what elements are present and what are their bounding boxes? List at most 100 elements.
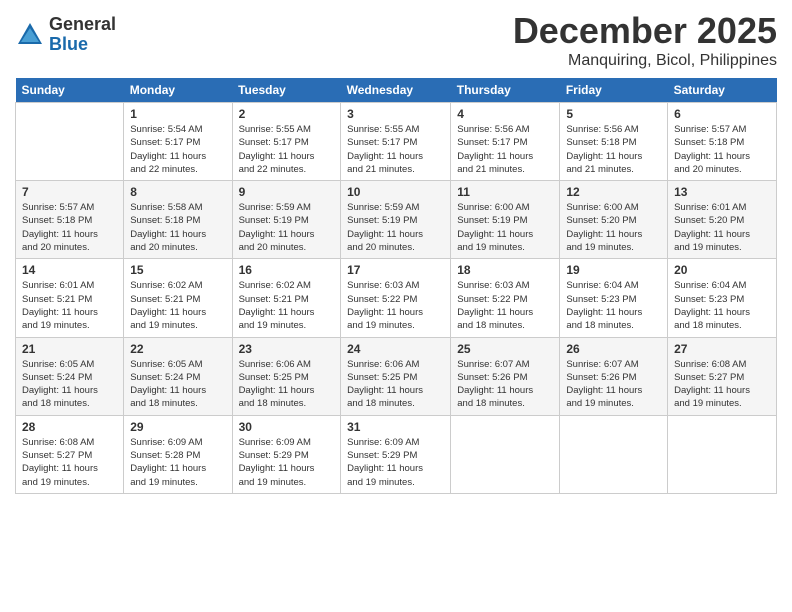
calendar-cell: 7Sunrise: 5:57 AM Sunset: 5:18 PM Daylig… bbox=[16, 181, 124, 259]
day-number: 28 bbox=[22, 420, 117, 434]
day-number: 31 bbox=[347, 420, 444, 434]
day-number: 16 bbox=[239, 263, 335, 277]
calendar-cell: 28 Sunrise: 6:08 AM Sunset: 5:27 PM Dayli… bbox=[16, 415, 124, 493]
calendar-cell: 6 Sunrise: 5:57 AM Sunset: 5:18 PM Daylig… bbox=[668, 103, 777, 181]
day-number: 23 bbox=[239, 342, 335, 356]
page: General Blue December 2025 Manquiring, B… bbox=[0, 0, 792, 612]
day-number: 30 bbox=[239, 420, 335, 434]
col-header-tuesday: Tuesday bbox=[232, 78, 341, 103]
day-info: Sunrise: 6:09 AM Sunset: 5:29 PM Dayligh… bbox=[347, 436, 444, 489]
col-header-monday: Monday bbox=[124, 78, 232, 103]
day-number: 14 bbox=[22, 263, 117, 277]
day-number: 15 bbox=[130, 263, 225, 277]
calendar-cell: 26Sunrise: 6:07 AM Sunset: 5:26 PM Dayli… bbox=[560, 337, 668, 415]
col-header-sunday: Sunday bbox=[16, 78, 124, 103]
calendar-cell: 8Sunrise: 5:58 AM Sunset: 5:18 PM Daylig… bbox=[124, 181, 232, 259]
day-info: Sunrise: 6:05 AM Sunset: 5:24 PM Dayligh… bbox=[130, 358, 225, 411]
logo-icon bbox=[15, 20, 45, 50]
day-info: Sunrise: 6:01 AM Sunset: 5:21 PM Dayligh… bbox=[22, 279, 117, 332]
day-number: 7 bbox=[22, 185, 117, 199]
day-info: Sunrise: 5:56 AM Sunset: 5:18 PM Dayligh… bbox=[566, 123, 661, 176]
calendar-cell: 11 Sunrise: 6:00 AM Sunset: 5:19 PM Dayli… bbox=[451, 181, 560, 259]
calendar-cell: 13 Sunrise: 6:01 AM Sunset: 5:20 PM Dayli… bbox=[668, 181, 777, 259]
calendar-cell bbox=[451, 415, 560, 493]
calendar-cell: 4Sunrise: 5:56 AM Sunset: 5:17 PM Daylig… bbox=[451, 103, 560, 181]
calendar-cell: 9 Sunrise: 5:59 AM Sunset: 5:19 PM Daylig… bbox=[232, 181, 341, 259]
col-header-thursday: Thursday bbox=[451, 78, 560, 103]
day-info: Sunrise: 6:00 AM Sunset: 5:20 PM Dayligh… bbox=[566, 201, 661, 254]
day-info: Sunrise: 5:57 AM Sunset: 5:18 PM Dayligh… bbox=[674, 123, 770, 176]
day-info: Sunrise: 6:04 AM Sunset: 5:23 PM Dayligh… bbox=[566, 279, 661, 332]
col-header-saturday: Saturday bbox=[668, 78, 777, 103]
day-info: Sunrise: 5:55 AM Sunset: 5:17 PM Dayligh… bbox=[239, 123, 335, 176]
day-number: 20 bbox=[674, 263, 770, 277]
title-block: December 2025 Manquiring, Bicol, Philipp… bbox=[513, 10, 777, 70]
day-info: Sunrise: 5:59 AM Sunset: 5:19 PM Dayligh… bbox=[239, 201, 335, 254]
day-number: 2 bbox=[239, 107, 335, 121]
calendar-cell: 20 Sunrise: 6:04 AM Sunset: 5:23 PM Dayli… bbox=[668, 259, 777, 337]
header-row: SundayMondayTuesdayWednesdayThursdayFrid… bbox=[16, 78, 777, 103]
day-number: 27 bbox=[674, 342, 770, 356]
day-number: 13 bbox=[674, 185, 770, 199]
calendar-cell: 21 Sunrise: 6:05 AM Sunset: 5:24 PM Dayli… bbox=[16, 337, 124, 415]
calendar-cell: 10Sunrise: 5:59 AM Sunset: 5:19 PM Dayli… bbox=[341, 181, 451, 259]
week-row-0: 1 Sunrise: 5:54 AM Sunset: 5:17 PM Daylig… bbox=[16, 103, 777, 181]
calendar-cell: 17 Sunrise: 6:03 AM Sunset: 5:22 PM Dayli… bbox=[341, 259, 451, 337]
day-info: Sunrise: 6:01 AM Sunset: 5:20 PM Dayligh… bbox=[674, 201, 770, 254]
calendar-cell: 18 Sunrise: 6:03 AM Sunset: 5:22 PM Dayli… bbox=[451, 259, 560, 337]
calendar-cell bbox=[668, 415, 777, 493]
calendar-cell: 31 Sunrise: 6:09 AM Sunset: 5:29 PM Dayli… bbox=[341, 415, 451, 493]
day-number: 12 bbox=[566, 185, 661, 199]
logo-blue: Blue bbox=[49, 35, 116, 55]
day-info: Sunrise: 6:09 AM Sunset: 5:28 PM Dayligh… bbox=[130, 436, 225, 489]
calendar-cell: 12 Sunrise: 6:00 AM Sunset: 5:20 PM Dayli… bbox=[560, 181, 668, 259]
col-header-wednesday: Wednesday bbox=[341, 78, 451, 103]
day-number: 6 bbox=[674, 107, 770, 121]
day-info: Sunrise: 6:04 AM Sunset: 5:23 PM Dayligh… bbox=[674, 279, 770, 332]
calendar-cell: 2 Sunrise: 5:55 AM Sunset: 5:17 PM Daylig… bbox=[232, 103, 341, 181]
day-info: Sunrise: 6:00 AM Sunset: 5:19 PM Dayligh… bbox=[457, 201, 553, 254]
week-row-3: 21 Sunrise: 6:05 AM Sunset: 5:24 PM Dayli… bbox=[16, 337, 777, 415]
week-row-1: 7Sunrise: 5:57 AM Sunset: 5:18 PM Daylig… bbox=[16, 181, 777, 259]
calendar-cell: 1 Sunrise: 5:54 AM Sunset: 5:17 PM Daylig… bbox=[124, 103, 232, 181]
day-number: 24 bbox=[347, 342, 444, 356]
calendar-cell: 24Sunrise: 6:06 AM Sunset: 5:25 PM Dayli… bbox=[341, 337, 451, 415]
location: Manquiring, Bicol, Philippines bbox=[513, 52, 777, 70]
day-info: Sunrise: 6:02 AM Sunset: 5:21 PM Dayligh… bbox=[130, 279, 225, 332]
day-info: Sunrise: 6:05 AM Sunset: 5:24 PM Dayligh… bbox=[22, 358, 117, 411]
day-number: 8 bbox=[130, 185, 225, 199]
day-info: Sunrise: 6:03 AM Sunset: 5:22 PM Dayligh… bbox=[347, 279, 444, 332]
day-number: 3 bbox=[347, 107, 444, 121]
calendar-cell: 22 Sunrise: 6:05 AM Sunset: 5:24 PM Dayli… bbox=[124, 337, 232, 415]
calendar-cell: 3Sunrise: 5:55 AM Sunset: 5:17 PM Daylig… bbox=[341, 103, 451, 181]
day-number: 9 bbox=[239, 185, 335, 199]
day-info: Sunrise: 6:08 AM Sunset: 5:27 PM Dayligh… bbox=[674, 358, 770, 411]
logo-general: General bbox=[49, 15, 116, 35]
day-info: Sunrise: 6:06 AM Sunset: 5:25 PM Dayligh… bbox=[239, 358, 335, 411]
day-number: 19 bbox=[566, 263, 661, 277]
day-number: 1 bbox=[130, 107, 225, 121]
day-number: 18 bbox=[457, 263, 553, 277]
calendar-cell: 5 Sunrise: 5:56 AM Sunset: 5:18 PM Daylig… bbox=[560, 103, 668, 181]
day-number: 5 bbox=[566, 107, 661, 121]
day-number: 22 bbox=[130, 342, 225, 356]
week-row-2: 14 Sunrise: 6:01 AM Sunset: 5:21 PM Dayli… bbox=[16, 259, 777, 337]
day-info: Sunrise: 5:54 AM Sunset: 5:17 PM Dayligh… bbox=[130, 123, 225, 176]
day-info: Sunrise: 6:02 AM Sunset: 5:21 PM Dayligh… bbox=[239, 279, 335, 332]
day-number: 21 bbox=[22, 342, 117, 356]
day-info: Sunrise: 6:03 AM Sunset: 5:22 PM Dayligh… bbox=[457, 279, 553, 332]
day-info: Sunrise: 6:08 AM Sunset: 5:27 PM Dayligh… bbox=[22, 436, 117, 489]
calendar-cell bbox=[16, 103, 124, 181]
day-number: 11 bbox=[457, 185, 553, 199]
day-number: 29 bbox=[130, 420, 225, 434]
calendar-cell: 19 Sunrise: 6:04 AM Sunset: 5:23 PM Dayli… bbox=[560, 259, 668, 337]
month-title: December 2025 bbox=[513, 10, 777, 52]
calendar-cell: 14 Sunrise: 6:01 AM Sunset: 5:21 PM Dayli… bbox=[16, 259, 124, 337]
calendar-cell bbox=[560, 415, 668, 493]
day-number: 4 bbox=[457, 107, 553, 121]
day-number: 26 bbox=[566, 342, 661, 356]
calendar-cell: 27 Sunrise: 6:08 AM Sunset: 5:27 PM Dayli… bbox=[668, 337, 777, 415]
logo-text: General Blue bbox=[49, 15, 116, 55]
header: General Blue December 2025 Manquiring, B… bbox=[15, 10, 777, 70]
day-number: 17 bbox=[347, 263, 444, 277]
